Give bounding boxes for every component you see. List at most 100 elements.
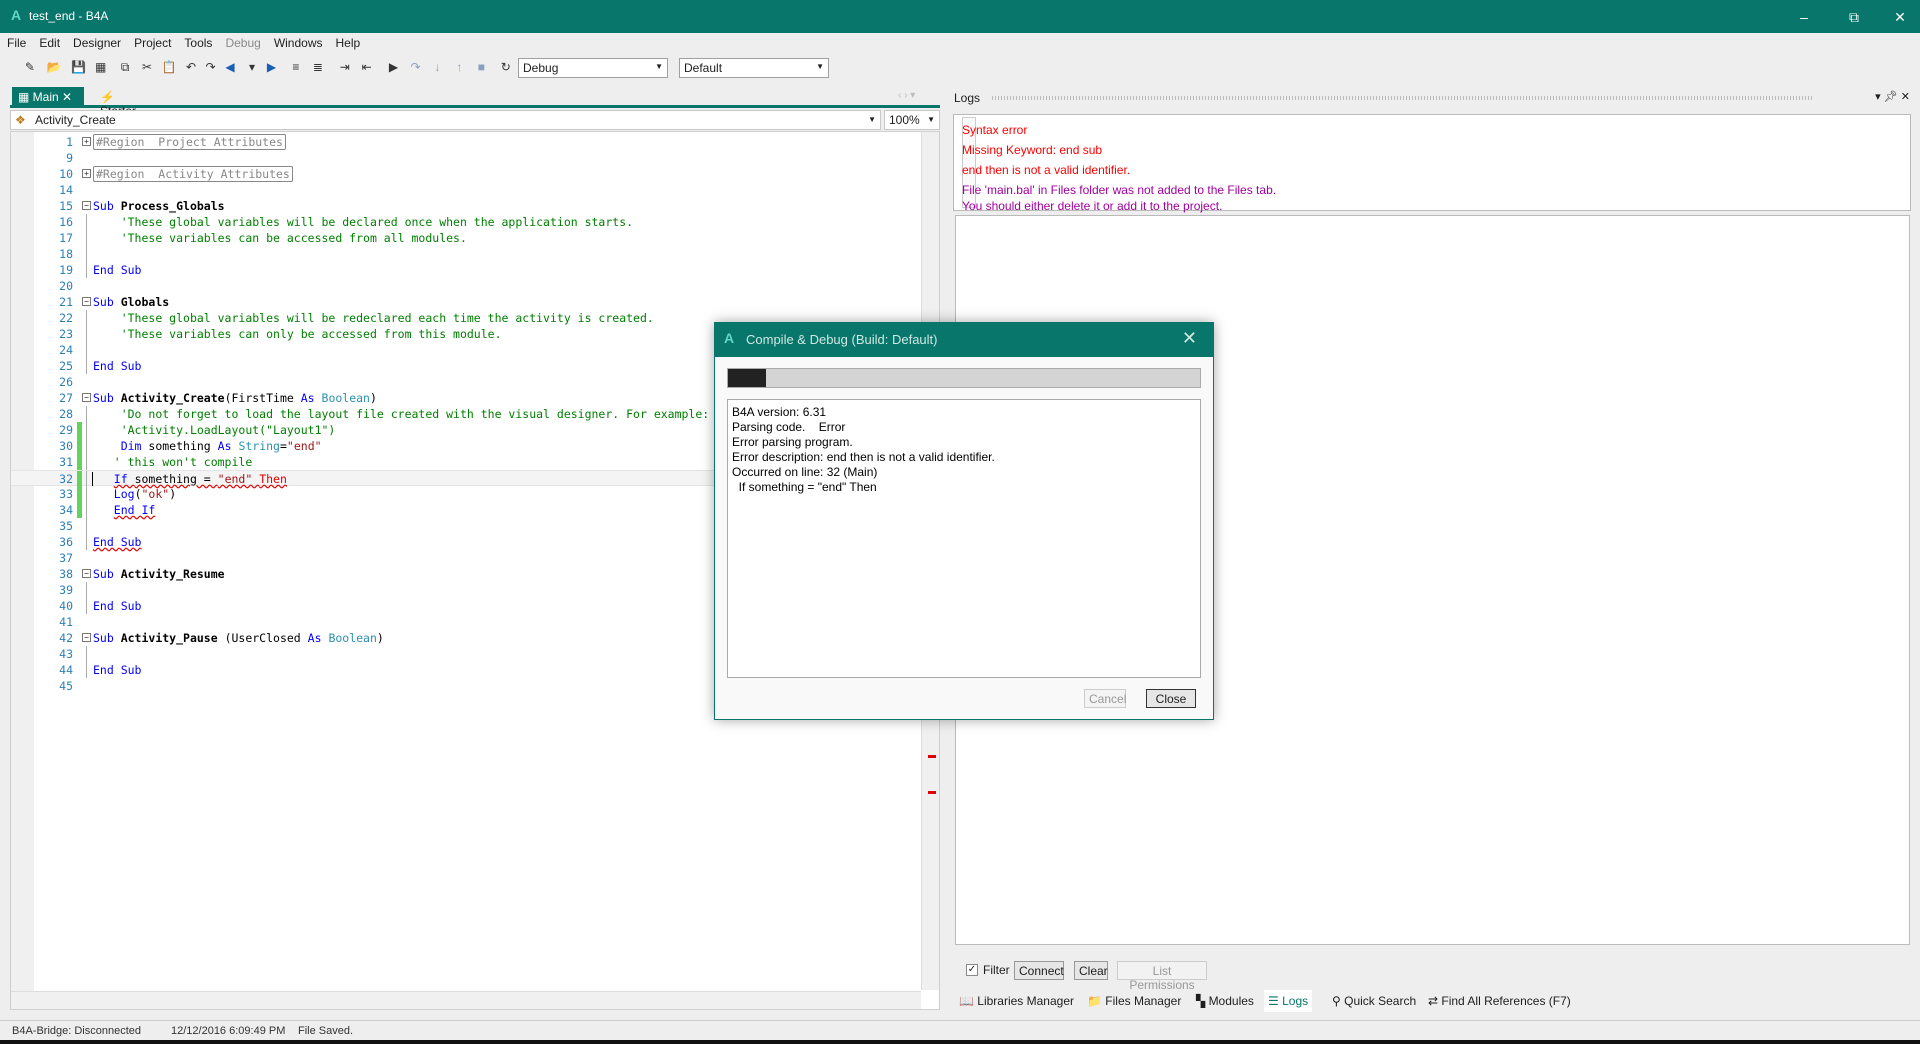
open-icon[interactable]: 📂: [46, 59, 62, 75]
code-line[interactable]: 19 End Sub: [11, 262, 917, 278]
step-over-icon[interactable]: ↷: [407, 59, 423, 75]
expand-icon[interactable]: +: [82, 169, 91, 178]
collapse-icon[interactable]: −: [82, 297, 91, 306]
progress-fill: [728, 369, 766, 387]
collapse-icon[interactable]: −: [82, 633, 91, 642]
build-mode-select[interactable]: Debug ▼: [518, 58, 668, 78]
paste-icon[interactable]: 📋: [161, 59, 177, 75]
error-marker[interactable]: [928, 755, 936, 758]
undo-icon[interactable]: ↶: [183, 59, 199, 75]
code-line[interactable]: 15− Sub Process_Globals: [11, 198, 917, 214]
cancel-button[interactable]: Cancel: [1084, 689, 1126, 708]
code-line[interactable]: 16 'These global variables will be decla…: [11, 214, 917, 230]
drag-handle[interactable]: [992, 96, 1812, 100]
code-line[interactable]: 20: [11, 278, 917, 294]
forward-icon[interactable]: ▶: [264, 59, 280, 75]
dropdown-icon[interactable]: ▾: [244, 59, 260, 75]
fold-guide: [86, 646, 87, 662]
menu-help[interactable]: Help: [329, 33, 367, 50]
code-line[interactable]: 18: [11, 246, 917, 262]
code-line[interactable]: 14: [11, 182, 917, 198]
collapse-icon[interactable]: −: [82, 569, 91, 578]
line-number: 30: [59, 439, 73, 453]
code-token: End Sub: [93, 535, 142, 549]
collapse-icon[interactable]: −: [82, 393, 91, 402]
new-icon[interactable]: ✎: [22, 59, 38, 75]
dialog-title-bar[interactable]: A Compile & Debug (Build: Default) ✕: [715, 323, 1213, 357]
menu-project[interactable]: Project: [127, 33, 177, 50]
code-token: Sub: [93, 631, 121, 645]
line-number: 32: [59, 472, 73, 486]
indent-icon[interactable]: ≡: [288, 59, 304, 75]
tab-scroll-icon[interactable]: ‹ › ▾: [898, 90, 915, 101]
menu-bar: File Edit Designer Project Tools Debug Windows…: [0, 33, 1920, 54]
menu-edit[interactable]: Edit: [32, 33, 66, 50]
bottom-tab-logs[interactable]: ☰ Logs: [1264, 990, 1313, 1012]
code-line[interactable]: 1 + #Region Project Attributes: [11, 134, 917, 150]
restore-button[interactable]: ⧉: [1834, 4, 1874, 30]
close-button[interactable]: Close: [1146, 689, 1196, 708]
menu-debug[interactable]: Debug: [218, 33, 266, 50]
error-marker[interactable]: [928, 791, 936, 794]
close-window-button[interactable]: ✕: [1880, 4, 1920, 30]
restart-icon[interactable]: ↻: [498, 59, 514, 75]
compile-output: B4A version: 6.31 Parsing code. Error Erro…: [727, 399, 1201, 678]
step-in-icon[interactable]: ↓: [429, 59, 445, 75]
filter-checkbox[interactable]: ✓: [966, 964, 978, 976]
tab-starter[interactable]: ⚡ Starter: [94, 87, 158, 118]
copy-icon[interactable]: ⧉: [117, 59, 133, 75]
save-all-icon[interactable]: ▦: [93, 59, 109, 75]
code-token: =: [279, 439, 287, 453]
close-tab-icon[interactable]: ✕: [62, 90, 72, 104]
list-permissions-button[interactable]: List Permissions: [1117, 961, 1207, 992]
panel-controls[interactable]: ▾ 📌︎ ✕: [1875, 90, 1910, 103]
menu-designer[interactable]: Designer: [66, 33, 127, 50]
redo-icon[interactable]: ↷: [203, 59, 219, 75]
code-token: End Sub: [93, 663, 142, 677]
collapse-icon[interactable]: −: [82, 201, 91, 210]
bottom-tab-label: Files Manager: [1105, 994, 1182, 1008]
back-icon[interactable]: ◀: [222, 59, 238, 75]
code-text: Sub Process_Globals: [93, 198, 225, 214]
code-line[interactable]: 9: [11, 150, 917, 166]
sub-select[interactable]: ❖ Activity_Create ▼: [10, 110, 881, 130]
code-token: Process_Globals: [120, 199, 225, 213]
line-number: 29: [59, 423, 73, 437]
block-indent-icon[interactable]: ⇥: [337, 59, 353, 75]
tab-main[interactable]: ▦ Main ✕: [12, 87, 84, 108]
code-line[interactable]: 17 'These variables can be accessed from…: [11, 230, 917, 246]
menu-windows[interactable]: Windows: [267, 33, 329, 50]
code-line[interactable]: 10 + #Region Activity Attributes: [11, 166, 917, 182]
clear-button[interactable]: Clear: [1074, 961, 1108, 980]
menu-file[interactable]: File: [0, 33, 32, 50]
menu-tools[interactable]: Tools: [177, 33, 218, 50]
close-icon[interactable]: ✕: [1182, 328, 1197, 349]
zoom-select[interactable]: 100% ▼: [884, 110, 940, 130]
status-timestamp: 12/12/2016 6:09:49 PM: [171, 1025, 286, 1037]
bottom-tab-libraries-manager[interactable]: 📖 Libraries Manager: [955, 990, 1078, 1012]
run-icon[interactable]: ▶: [386, 59, 402, 75]
expand-icon[interactable]: +: [82, 137, 91, 146]
connect-button[interactable]: Connect: [1014, 961, 1064, 980]
code-line[interactable]: 21− Sub Globals: [11, 294, 917, 310]
line-number: 10: [59, 167, 73, 181]
save-icon[interactable]: 💾: [71, 59, 87, 75]
stop-icon[interactable]: ■: [473, 59, 489, 75]
bottom-tab-quick-search[interactable]: ⚲ Quick Search: [1328, 990, 1420, 1012]
bottom-tab-find-all-references-f7-[interactable]: ⇄ Find All References (F7): [1424, 990, 1575, 1012]
step-out-icon[interactable]: ↑: [451, 59, 467, 75]
output-line: Error parsing program.: [732, 435, 853, 449]
minimize-button[interactable]: –: [1784, 4, 1824, 30]
bottom-tab-modules[interactable]: ▚ Modules: [1192, 990, 1258, 1012]
bottom-tab-files-manager[interactable]: 📁 Files Manager: [1083, 990, 1185, 1012]
code-text: Sub Activity_Create(FirstTime As Boolean…: [93, 390, 377, 406]
comment-icon[interactable]: ≣: [310, 59, 326, 75]
build-config-select[interactable]: Default ▼: [679, 58, 829, 78]
compile-progress-bar: [727, 368, 1201, 388]
cut-icon[interactable]: ✂: [139, 59, 155, 75]
horizontal-scrollbar[interactable]: [11, 991, 921, 1009]
block-outdent-icon[interactable]: ⇤: [359, 59, 375, 75]
